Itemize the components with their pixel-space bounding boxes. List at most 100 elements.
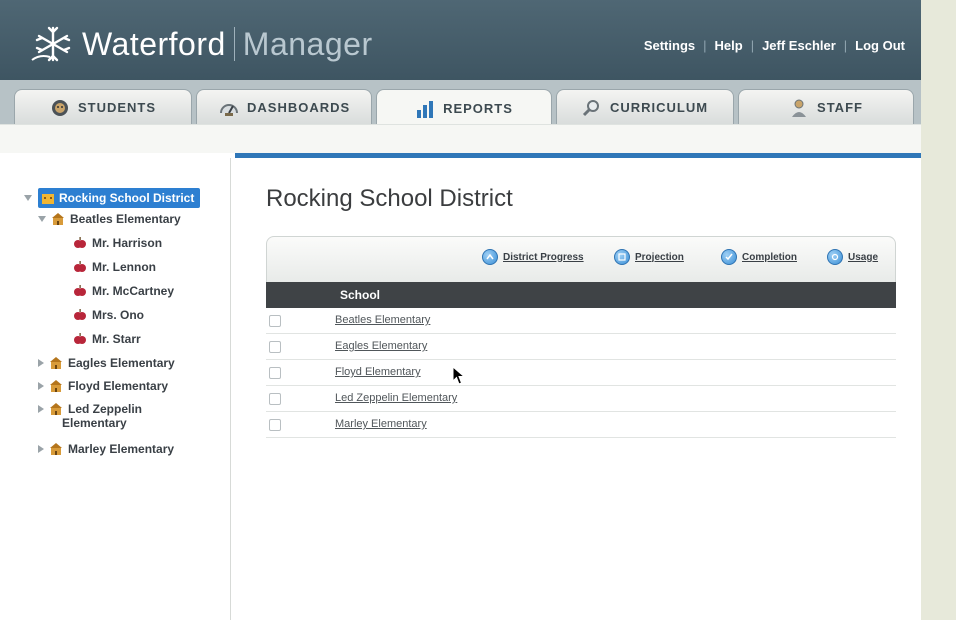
school-building-icon	[50, 380, 62, 392]
bar-chart-icon	[417, 100, 434, 118]
brand-divider	[233, 27, 235, 61]
app-window: Waterford Manager Settings | Help | Jeff…	[0, 0, 921, 620]
link-label: Usage	[848, 251, 879, 263]
table-row: Beatles Elementary	[266, 308, 896, 334]
tab-label: CURRICULUM	[609, 100, 709, 115]
school-label: Eagles Elementary	[68, 356, 175, 370]
collapsed-arrow-icon[interactable]	[38, 445, 44, 453]
brand-name: Waterford	[82, 25, 226, 62]
tree-node-teacher[interactable]: Mr. Starr	[74, 332, 141, 346]
table-row: Led Zeppelin Elementary	[266, 386, 896, 412]
help-link[interactable]: Help	[715, 38, 743, 53]
teacher-label: Mr. Starr	[92, 332, 141, 346]
school-link[interactable]: Led Zeppelin Elementary	[335, 392, 457, 404]
tab-dashboards[interactable]: DASHBOARDS	[196, 89, 372, 125]
tree-node-school[interactable]: Floyd Elementary	[38, 379, 168, 393]
school-link[interactable]: Floyd Elementary	[335, 366, 421, 378]
user-name-link[interactable]: Jeff Eschler	[762, 38, 836, 53]
tree-node-school[interactable]: Marley Elementary	[38, 442, 174, 456]
tree-node-school[interactable]: Beatles Elementary	[38, 212, 181, 226]
collapsed-arrow-icon[interactable]	[38, 382, 44, 390]
tab-label: DASHBOARDS	[247, 100, 351, 115]
table-row: Floyd Elementary	[266, 360, 896, 386]
column-header-school[interactable]: School	[340, 288, 380, 302]
teacher-label: Mr. Harrison	[92, 236, 163, 250]
school-label: Beatles Elementary	[70, 212, 181, 226]
expand-arrow-icon[interactable]	[24, 195, 32, 201]
table-row: Eagles Elementary	[266, 334, 896, 360]
tab-staff[interactable]: STAFF	[738, 89, 914, 125]
apple-icon	[74, 237, 86, 248]
collapsed-arrow-icon[interactable]	[38, 405, 44, 413]
person-icon	[792, 99, 807, 117]
tree-node-school[interactable]: Led Zeppelin	[38, 402, 142, 416]
table-row: Marley Elementary	[266, 412, 896, 438]
page-title: Rocking School District	[266, 185, 513, 212]
expand-arrow-icon[interactable]	[38, 216, 46, 222]
row-checkbox[interactable]	[269, 367, 281, 379]
tree-node-teacher[interactable]: Mrs. Ono	[74, 308, 144, 322]
school-label: Marley Elementary	[68, 442, 175, 456]
tab-reports[interactable]: REPORTS	[376, 89, 552, 127]
school-label-continuation: Elementary	[62, 416, 127, 430]
district-node-selected[interactable]: Rocking School District	[38, 188, 201, 208]
face-icon	[51, 99, 68, 116]
collapsed-arrow-icon[interactable]	[38, 359, 44, 367]
district-progress-link[interactable]: District Progress	[482, 249, 584, 265]
tree-node-district[interactable]: Rocking School District	[24, 188, 201, 208]
report-toolbar: District Progress Projection Completion …	[266, 236, 896, 282]
row-checkbox[interactable]	[269, 315, 281, 327]
table-header: School	[266, 282, 896, 308]
school-link[interactable]: Marley Elementary	[335, 418, 427, 430]
projection-link[interactable]: Projection	[614, 249, 684, 265]
link-label: Completion	[742, 251, 797, 263]
teacher-label: Mr. Lennon	[92, 260, 156, 274]
row-checkbox[interactable]	[269, 419, 281, 431]
logout-link[interactable]: Log Out	[855, 38, 905, 53]
apple-icon	[74, 309, 86, 320]
school-building-icon	[52, 213, 64, 225]
progress-icon	[482, 249, 498, 265]
link-label: Projection	[635, 251, 684, 263]
teacher-label: Mrs. Ono	[92, 308, 145, 322]
magnifier-icon	[582, 99, 599, 116]
utility-nav: Settings | Help | Jeff Eschler | Log Out	[644, 38, 905, 53]
completion-icon	[721, 249, 737, 265]
school-label: Floyd Elementary	[68, 379, 169, 393]
teacher-label: Mr. McCartney	[92, 284, 175, 298]
main-tab-bar: STUDENTS DASHBOARDS REPORTS CURRICULUM S…	[0, 80, 921, 127]
sub-toolbar	[0, 124, 921, 153]
tree-node-school[interactable]: Eagles Elementary	[38, 356, 175, 370]
row-checkbox[interactable]	[269, 341, 281, 353]
snowflake-logo-icon	[31, 26, 71, 62]
school-building-icon	[50, 357, 62, 369]
logo[interactable]: Waterford Manager	[30, 24, 373, 64]
settings-link[interactable]: Settings	[644, 38, 695, 53]
tab-curriculum[interactable]: CURRICULUM	[556, 89, 734, 125]
header-bar: Waterford Manager Settings | Help | Jeff…	[0, 0, 921, 80]
school-link[interactable]: Eagles Elementary	[335, 340, 427, 352]
tab-label: STUDENTS	[77, 100, 157, 115]
tab-students[interactable]: STUDENTS	[14, 89, 192, 125]
school-link[interactable]: Beatles Elementary	[335, 314, 430, 326]
school-label: Elementary	[62, 416, 127, 430]
content-accent-rule	[235, 153, 921, 158]
row-checkbox[interactable]	[269, 393, 281, 405]
school-building-icon	[50, 403, 62, 415]
link-label: District Progress	[503, 251, 584, 263]
tab-label: STAFF	[817, 100, 863, 115]
separator: |	[703, 38, 707, 53]
usage-icon	[827, 249, 843, 265]
school-building-icon	[50, 443, 62, 455]
brand-product: Manager	[242, 25, 373, 62]
school-label: Led Zeppelin	[68, 402, 143, 416]
tree-node-teacher[interactable]: Mr. Lennon	[74, 260, 156, 274]
completion-link[interactable]: Completion	[721, 249, 797, 265]
mouse-pointer-icon	[452, 366, 466, 385]
tree-node-teacher[interactable]: Mr. McCartney	[74, 284, 174, 298]
district-building-icon	[42, 194, 54, 204]
separator: |	[750, 38, 755, 53]
separator: |	[843, 38, 848, 53]
tree-node-teacher[interactable]: Mr. Harrison	[74, 236, 162, 250]
usage-link[interactable]: Usage	[827, 249, 878, 265]
